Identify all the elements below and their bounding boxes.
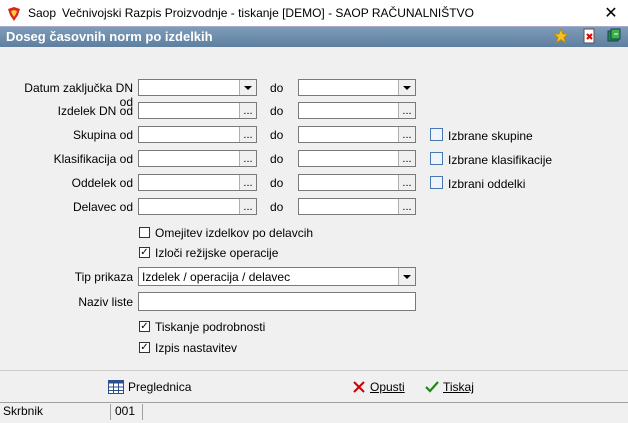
table-grid-icon xyxy=(108,380,124,394)
chevron-down-icon xyxy=(403,85,411,90)
oddelek-do-field[interactable]: ... xyxy=(298,174,416,191)
label-delavec: Delavec od xyxy=(72,200,133,214)
preglednica-label: Preglednica xyxy=(128,380,192,394)
checklist-icon[interactable] xyxy=(430,128,443,141)
opusti-label: Opusti xyxy=(370,380,405,394)
status-user: Skrbnik xyxy=(3,404,111,420)
label-tip-prikaza: Tip prikaza xyxy=(74,270,133,284)
izbrane-skupine-link[interactable]: Izbrane skupine xyxy=(448,129,533,143)
label-izdelek: Izdelek DN od xyxy=(57,104,133,118)
label-klasifikacija: Klasifikacija od xyxy=(53,152,133,166)
izbrani-oddelki-link[interactable]: Izbrani oddelki xyxy=(448,177,525,191)
tiskanje-checkbox[interactable]: ✓ xyxy=(139,321,150,332)
datum-do-dropdown-button[interactable] xyxy=(398,80,415,95)
omejitev-label: Omejitev izdelkov po delavcih xyxy=(155,226,314,240)
skupina-od-browse-button[interactable]: ... xyxy=(239,127,256,142)
izdelek-od-browse-button[interactable]: ... xyxy=(239,103,256,118)
skupina-od-field[interactable]: ... xyxy=(138,126,257,143)
delavec-do-browse-button[interactable]: ... xyxy=(398,199,415,214)
checklist-icon[interactable] xyxy=(430,152,443,165)
tiskaj-label: Tiskaj xyxy=(443,380,474,394)
label-skupina: Skupina od xyxy=(72,128,133,142)
datum-do-combo[interactable] xyxy=(298,79,416,96)
tip-prikaza-combo[interactable]: Izdelek / operacija / delavec xyxy=(138,267,416,286)
skupina-do-browse-button[interactable]: ... xyxy=(398,127,415,142)
button-bar xyxy=(0,370,628,403)
opusti-button[interactable]: Opusti xyxy=(352,378,405,396)
oddelek-od-field[interactable]: ... xyxy=(138,174,257,191)
datum-od-dropdown-button[interactable] xyxy=(239,80,256,95)
izpis-label: Izpis nastavitev xyxy=(155,341,238,355)
delavec-do-field[interactable]: ... xyxy=(298,198,416,215)
label-do: do xyxy=(270,104,284,118)
delavec-od-field[interactable]: ... xyxy=(138,198,257,215)
oddelek-do-browse-button[interactable]: ... xyxy=(398,175,415,190)
status-code: 001 xyxy=(115,404,143,420)
window-title: Večnivojski Razpis Proizvodnje - tiskanj… xyxy=(62,6,474,20)
izdelek-do-field[interactable]: ... xyxy=(298,102,416,119)
datum-od-combo[interactable] xyxy=(138,79,257,96)
label-oddelek: Oddelek od xyxy=(71,176,133,190)
oddelek-od-browse-button[interactable]: ... xyxy=(239,175,256,190)
klasifikacija-od-browse-button[interactable]: ... xyxy=(239,151,256,166)
klasifikacija-od-field[interactable]: ... xyxy=(138,150,257,167)
izdelek-do-browse-button[interactable]: ... xyxy=(398,103,415,118)
izloci-checkbox[interactable]: ✓ xyxy=(139,247,150,258)
label-naziv-liste: Naziv liste xyxy=(78,295,133,309)
chevron-down-icon xyxy=(403,274,411,279)
izpis-checkbox[interactable]: ✓ xyxy=(139,342,150,353)
izbrane-klasifikacije-link[interactable]: Izbrane klasifikacije xyxy=(448,153,552,167)
naziv-liste-input[interactable] xyxy=(138,292,416,311)
app-name: Saop xyxy=(28,6,57,20)
label-do: do xyxy=(270,200,284,214)
label-do: do xyxy=(270,176,284,190)
saop-app-icon xyxy=(6,6,22,22)
favorite-star-icon[interactable] xyxy=(552,27,570,45)
izdelek-od-field[interactable]: ... xyxy=(138,102,257,119)
checkmark-icon xyxy=(425,381,439,393)
preglednica-button[interactable]: Preglednica xyxy=(108,378,191,396)
skupina-do-field[interactable]: ... xyxy=(298,126,416,143)
checklist-icon[interactable] xyxy=(430,176,443,189)
label-do: do xyxy=(270,128,284,142)
chevron-down-icon xyxy=(244,85,252,90)
export-books-icon[interactable] xyxy=(606,28,622,44)
klasifikacija-do-field[interactable]: ... xyxy=(298,150,416,167)
label-do: do xyxy=(270,152,284,166)
close-button[interactable]: ✕ xyxy=(596,2,626,24)
tip-prikaza-dropdown-button[interactable] xyxy=(398,268,415,285)
label-do: do xyxy=(270,81,284,95)
delete-document-icon[interactable] xyxy=(581,28,597,44)
cancel-x-icon xyxy=(353,381,365,393)
tip-prikaza-value: Izdelek / operacija / delavec xyxy=(142,270,291,284)
delavec-od-browse-button[interactable]: ... xyxy=(239,199,256,214)
izloci-label: Izloči režijske operacije xyxy=(155,246,279,260)
tiskanje-label: Tiskanje podrobnosti xyxy=(155,320,266,334)
tiskaj-button[interactable]: Tiskaj xyxy=(425,378,474,396)
form-title: Doseg časovnih norm po izdelkih xyxy=(6,29,213,44)
klasifikacija-do-browse-button[interactable]: ... xyxy=(398,151,415,166)
omejitev-checkbox[interactable] xyxy=(139,227,150,238)
